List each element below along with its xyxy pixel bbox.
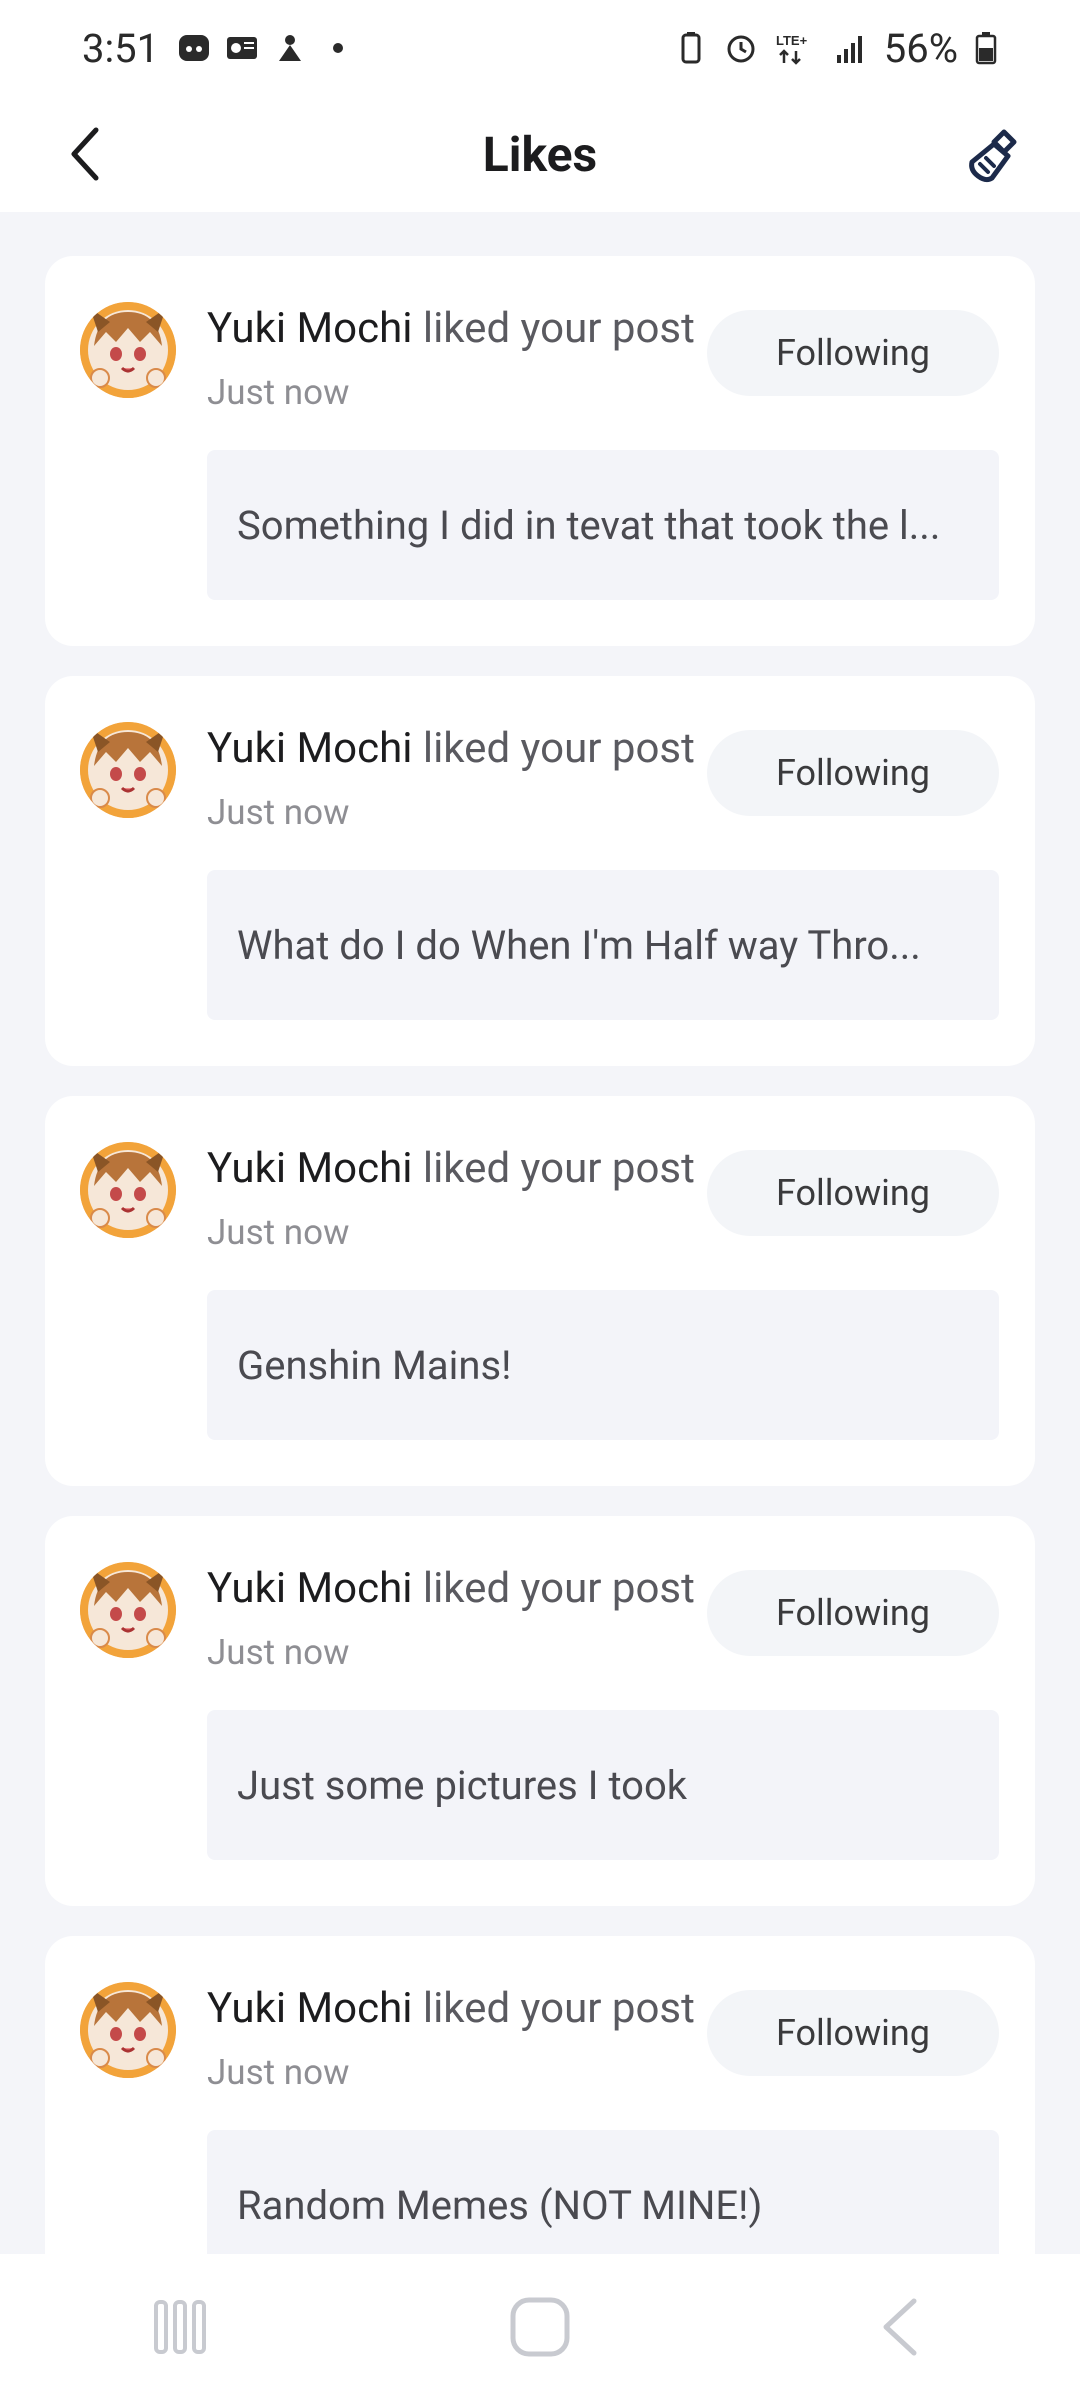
username[interactable]: Yuki Mochi (207, 1564, 412, 1613)
post-preview[interactable]: Genshin Mains! (207, 1290, 999, 1440)
recents-icon (154, 2300, 206, 2354)
more-dot-icon (321, 31, 355, 65)
lte-label: LTE+ (776, 33, 808, 48)
timestamp: Just now (207, 792, 350, 833)
avatar[interactable] (80, 722, 176, 818)
post-preview[interactable]: What do I do When I'm Half way Thro... (207, 870, 999, 1020)
like-notification-card[interactable]: Yuki Mochi liked your post Just now Foll… (45, 256, 1035, 646)
timestamp: Just now (207, 2052, 350, 2093)
action-text: liked your post (412, 1144, 695, 1193)
battery-saver-icon (674, 31, 708, 65)
app-icon (273, 31, 307, 65)
system-icons: LTE+ 56% (674, 25, 998, 72)
recents-button[interactable] (120, 2277, 240, 2377)
avatar[interactable] (80, 1562, 176, 1658)
notification-message: Yuki Mochi liked your post (207, 1564, 695, 1613)
notification-message: Yuki Mochi liked your post (207, 1144, 695, 1193)
like-notification-card[interactable]: Yuki Mochi liked your post Just now Foll… (45, 1936, 1035, 2254)
post-preview[interactable]: Something I did in tevat that took the l… (207, 450, 999, 600)
username[interactable]: Yuki Mochi (207, 304, 412, 353)
notification-message: Yuki Mochi liked your post (207, 1984, 695, 2033)
back-button[interactable] (50, 118, 122, 190)
discord-icon (177, 31, 211, 65)
post-title: What do I do When I'm Half way Thro... (237, 921, 921, 969)
username[interactable]: Yuki Mochi (207, 1144, 412, 1193)
battery-icon (974, 31, 998, 65)
following-button[interactable]: Following (707, 730, 999, 816)
avatar[interactable] (80, 302, 176, 398)
user-avatar-icon (80, 1982, 176, 2078)
home-button[interactable] (480, 2277, 600, 2377)
action-text: liked your post (412, 1984, 695, 2033)
post-title: Random Memes (NOT MINE!) (237, 2181, 763, 2229)
avatar[interactable] (80, 1142, 176, 1238)
following-button[interactable]: Following (707, 310, 999, 396)
signal-icon (834, 31, 868, 65)
back-icon (883, 2298, 917, 2356)
outlook-icon (225, 31, 259, 65)
following-button[interactable]: Following (707, 1150, 999, 1236)
post-title: Just some pictures I took (237, 1761, 688, 1809)
following-button[interactable]: Following (707, 1990, 999, 2076)
username[interactable]: Yuki Mochi (207, 724, 412, 773)
page-title: Likes (482, 125, 598, 183)
action-text: liked your post (412, 724, 695, 773)
notification-icons (177, 31, 355, 65)
following-button[interactable]: Following (707, 1570, 999, 1656)
timestamp: Just now (207, 372, 350, 413)
user-avatar-icon (80, 1142, 176, 1238)
action-text: liked your post (412, 304, 695, 353)
status-bar: 3:51 LTE+ 56% (0, 0, 1080, 96)
avatar[interactable] (80, 1982, 176, 2078)
broom-icon (969, 129, 1017, 183)
user-avatar-icon (80, 302, 176, 398)
home-icon (510, 2297, 570, 2357)
like-notification-card[interactable]: Yuki Mochi liked your post Just now Foll… (45, 676, 1035, 1066)
like-notification-card[interactable]: Yuki Mochi liked your post Just now Foll… (45, 1096, 1035, 1486)
lte-icon: LTE+ (774, 31, 818, 65)
timestamp: Just now (207, 1212, 350, 1253)
system-nav-bar (0, 2254, 1080, 2400)
notification-message: Yuki Mochi liked your post (207, 304, 695, 353)
post-title: Genshin Mains! (237, 1341, 512, 1389)
like-notification-card[interactable]: Yuki Mochi liked your post Just now Foll… (45, 1516, 1035, 1906)
clear-notifications-button[interactable] (954, 116, 1034, 196)
chevron-left-icon (71, 127, 99, 181)
status-time: 3:51 (82, 24, 160, 72)
alarm-icon (724, 31, 758, 65)
timestamp: Just now (207, 1632, 350, 1673)
post-title: Something I did in tevat that took the l… (237, 501, 941, 549)
post-preview[interactable]: Random Memes (NOT MINE!) (207, 2130, 999, 2254)
username[interactable]: Yuki Mochi (207, 1984, 412, 2033)
action-text: liked your post (412, 1564, 695, 1613)
post-preview[interactable]: Just some pictures I took (207, 1710, 999, 1860)
likes-list[interactable]: Yuki Mochi liked your post Just now Foll… (0, 212, 1080, 2254)
screen: 3:51 LTE+ 56% Likes Yuki Mochi liked you… (0, 0, 1080, 2400)
user-avatar-icon (80, 722, 176, 818)
notification-message: Yuki Mochi liked your post (207, 724, 695, 773)
app-header: Likes (0, 96, 1080, 212)
nav-back-button[interactable] (840, 2277, 960, 2377)
battery-percent: 56% (883, 24, 958, 72)
user-avatar-icon (80, 1562, 176, 1658)
